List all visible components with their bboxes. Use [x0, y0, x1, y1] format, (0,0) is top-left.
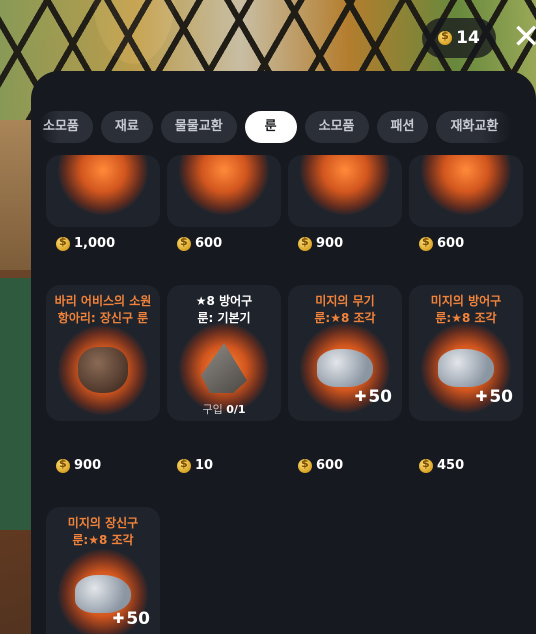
item-price: 900 [56, 457, 102, 473]
item-title: 바리 어비스의 소원 항아리: 장신구 룬 [54, 294, 152, 325]
coin-icon [177, 457, 191, 473]
coin-icon [177, 235, 191, 251]
item-price: 10 [177, 457, 214, 473]
coin-icon [56, 235, 70, 251]
item-card[interactable] [167, 155, 281, 227]
puzzle-piece-icon: ✚ [354, 389, 367, 405]
price-value: 450 [437, 458, 465, 473]
item-quantity: ✚ 50 [113, 609, 150, 629]
item-card[interactable] [46, 155, 160, 227]
price-value: 900 [316, 236, 344, 251]
item-title: ★8 방어구 룬: 기본기 [195, 294, 253, 325]
item-glow [300, 155, 390, 215]
purchase-count: 0/1 [226, 403, 246, 416]
item-card-unknown-armor-rune-fragment[interactable]: 미지의 방어구 룬:★8 조각 ✚ 50 [409, 285, 523, 421]
puzzle-piece-icon: ✚ [112, 611, 125, 627]
tab-fashion[interactable]: 패션 [376, 111, 429, 143]
rune-fragment-icon [438, 349, 494, 387]
item-card-armor-rune-basic[interactable]: ★8 방어구 룬: 기본기 구입 0/1 [167, 285, 281, 421]
coin-icon [56, 457, 70, 473]
item-glow [179, 323, 269, 413]
item-card-unknown-weapon-rune-fragment[interactable]: 미지의 무기 룬:★8 조각 ✚ 50 [288, 285, 402, 421]
item-price: 600 [419, 235, 465, 251]
quantity-value: 50 [126, 609, 150, 629]
rune-fragment-icon [75, 575, 131, 613]
quantity-value: 50 [489, 387, 513, 407]
tab-currency-exchange[interactable]: 재화교환 [436, 111, 513, 143]
tab-barter[interactable]: 물물교환 [160, 111, 237, 143]
tab-consumables[interactable]: 소모품 [39, 111, 93, 143]
item-card[interactable] [409, 155, 523, 227]
coin-icon [298, 235, 312, 251]
item-quantity: ✚ 50 [355, 387, 392, 407]
price-value: 600 [195, 236, 223, 251]
coin-icon [438, 29, 453, 45]
price-value: 600 [316, 458, 344, 473]
item-glow [58, 155, 148, 215]
rune-stone-icon [201, 343, 247, 393]
item-glow [58, 325, 148, 415]
item-price: 1,000 [56, 235, 116, 251]
shop-panel: 소모품 재료 물물교환 룬 소모품 패션 재화교환 1,000 600 [31, 71, 536, 634]
item-quantity: ✚ 50 [476, 387, 513, 407]
purchase-label: 구입 [202, 403, 223, 416]
rune-fragment-icon [317, 349, 373, 387]
item-title: 미지의 장신구 룬:★8 조각 [67, 516, 139, 547]
item-card[interactable] [288, 155, 402, 227]
item-title: 미지의 방어구 룬:★8 조각 [430, 294, 502, 325]
close-button[interactable]: ✕ [512, 20, 536, 54]
price-value: 600 [437, 236, 465, 251]
coin-icon [419, 457, 433, 473]
purchase-limit: 구입 0/1 [167, 401, 281, 417]
item-card-unknown-accessory-rune-fragment[interactable]: 미지의 장신구 룬:★8 조각 ✚ 50 [46, 507, 160, 634]
currency-amount: 14 [456, 28, 480, 48]
price-value: 900 [74, 458, 102, 473]
currency-display: 14 [422, 18, 496, 58]
puzzle-piece-icon: ✚ [475, 389, 488, 405]
item-price: 900 [298, 235, 344, 251]
tab-materials[interactable]: 재료 [100, 111, 153, 143]
category-tabs: 소모품 재료 물물교환 룬 소모품 패션 재화교환 [31, 111, 536, 143]
item-price: 450 [419, 457, 465, 473]
quantity-value: 50 [368, 387, 392, 407]
tab-consumables-2[interactable]: 소모품 [304, 111, 369, 143]
coin-icon [419, 235, 433, 251]
price-value: 10 [195, 458, 214, 473]
item-title: 미지의 무기 룬:★8 조각 [314, 294, 376, 325]
coin-icon [298, 457, 312, 473]
tab-runes[interactable]: 룬 [244, 111, 297, 143]
item-glow [179, 155, 269, 215]
item-price: 600 [177, 235, 223, 251]
item-card-abyss-wish-jar[interactable]: 바리 어비스의 소원 항아리: 장신구 룬 [46, 285, 160, 421]
item-price: 600 [298, 457, 344, 473]
price-value: 1,000 [74, 236, 116, 251]
jar-icon [78, 347, 128, 393]
item-glow [421, 155, 511, 215]
